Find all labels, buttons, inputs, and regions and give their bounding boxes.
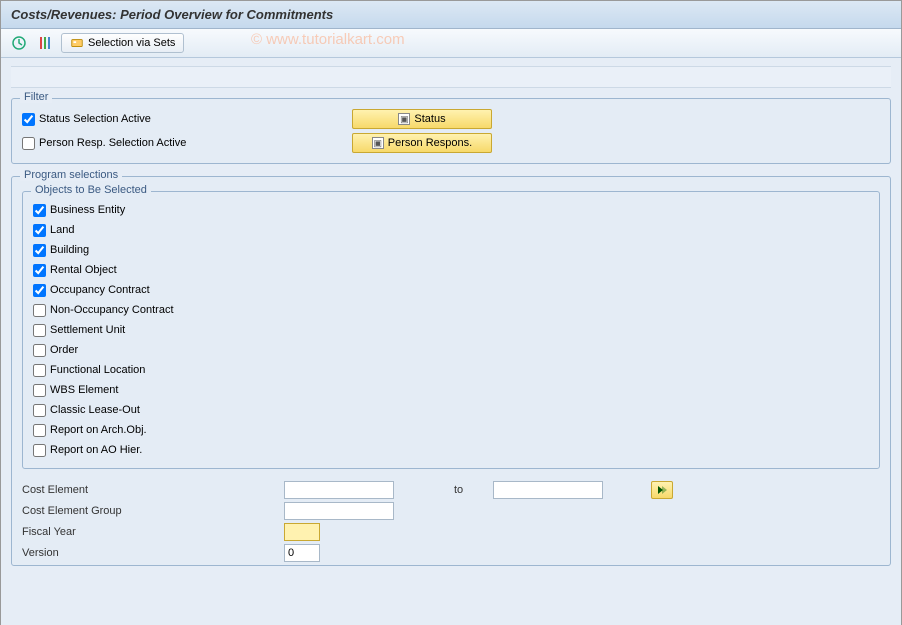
objects-to-be-selected-group: Objects to Be Selected Business EntityLa… bbox=[22, 191, 880, 469]
objects-list: Business Entity Land Building Rental Object… bbox=[33, 200, 869, 460]
program-group-label: Program selections bbox=[20, 169, 122, 181]
arrow-right-icon bbox=[657, 485, 667, 495]
watermark: © www.tutorialkart.com bbox=[251, 31, 405, 48]
toolbar: Selection via Sets © www.tutorialkart.co… bbox=[1, 29, 901, 58]
object-item[interactable]: Order bbox=[33, 340, 869, 360]
fiscal-year-row: Fiscal Year bbox=[22, 521, 880, 542]
object-item[interactable]: Functional Location bbox=[33, 360, 869, 380]
object-checkbox[interactable] bbox=[33, 444, 46, 457]
cost-element-group-label: Cost Element Group bbox=[22, 505, 284, 517]
fiscal-year-label: Fiscal Year bbox=[22, 526, 284, 538]
status-button[interactable]: ▣ Status bbox=[352, 109, 492, 129]
object-label: Report on AO Hier. bbox=[50, 444, 142, 456]
expand-icon: ▣ bbox=[372, 137, 384, 149]
cost-element-to-input[interactable] bbox=[493, 481, 603, 499]
person-selection-checkbox[interactable] bbox=[22, 137, 35, 150]
version-input[interactable] bbox=[284, 544, 320, 562]
object-checkbox[interactable] bbox=[33, 284, 46, 297]
object-label: WBS Element bbox=[50, 384, 118, 396]
cost-element-row: Cost Element to bbox=[22, 479, 880, 500]
status-button-label: Status bbox=[414, 113, 445, 125]
object-item[interactable]: Non-Occupancy Contract bbox=[33, 300, 869, 320]
object-item[interactable]: Report on AO Hier. bbox=[33, 440, 869, 460]
cost-element-group-input[interactable] bbox=[284, 502, 394, 520]
object-item[interactable]: Occupancy Contract bbox=[33, 280, 869, 300]
to-label: to bbox=[454, 484, 463, 496]
object-checkbox[interactable] bbox=[33, 204, 46, 217]
object-checkbox[interactable] bbox=[33, 264, 46, 277]
version-row: Version bbox=[22, 542, 880, 563]
object-checkbox[interactable] bbox=[33, 364, 46, 377]
object-label: Occupancy Contract bbox=[50, 284, 150, 296]
object-item[interactable]: Building bbox=[33, 240, 869, 260]
object-label: Classic Lease-Out bbox=[50, 404, 140, 416]
object-checkbox[interactable] bbox=[33, 324, 46, 337]
object-item[interactable]: Settlement Unit bbox=[33, 320, 869, 340]
page-title: Costs/Revenues: Period Overview for Comm… bbox=[1, 1, 901, 29]
status-selection-active[interactable]: Status Selection Active bbox=[22, 113, 262, 126]
object-label: Functional Location bbox=[50, 364, 145, 376]
sets-icon bbox=[70, 36, 84, 50]
object-item[interactable]: Business Entity bbox=[33, 200, 869, 220]
multiple-selection-button[interactable] bbox=[651, 481, 673, 499]
object-item[interactable]: Land bbox=[33, 220, 869, 240]
object-checkbox[interactable] bbox=[33, 304, 46, 317]
person-button[interactable]: ▣ Person Respons. bbox=[352, 133, 492, 153]
filter-row-person: Person Resp. Selection Active ▣ Person R… bbox=[22, 131, 880, 155]
person-selection-label: Person Resp. Selection Active bbox=[39, 137, 186, 149]
program-selections-group: Program selections Objects to Be Selecte… bbox=[11, 176, 891, 566]
object-label: Non-Occupancy Contract bbox=[50, 304, 174, 316]
execute-icon[interactable] bbox=[9, 33, 29, 53]
object-label: Settlement Unit bbox=[50, 324, 125, 336]
filter-group-label: Filter bbox=[20, 91, 52, 103]
object-label: Land bbox=[50, 224, 74, 236]
object-label: Rental Object bbox=[50, 264, 117, 276]
expand-icon: ▣ bbox=[398, 113, 410, 125]
person-button-label: Person Respons. bbox=[388, 137, 472, 149]
cost-element-from-input[interactable] bbox=[284, 481, 394, 499]
selection-via-sets-button[interactable]: Selection via Sets bbox=[61, 33, 184, 53]
object-item[interactable]: Classic Lease-Out bbox=[33, 400, 869, 420]
status-selection-checkbox[interactable] bbox=[22, 113, 35, 126]
object-checkbox[interactable] bbox=[33, 244, 46, 257]
version-label: Version bbox=[22, 547, 284, 559]
selection-via-sets-label: Selection via Sets bbox=[88, 37, 175, 49]
object-item[interactable]: Rental Object bbox=[33, 260, 869, 280]
collapsed-section bbox=[11, 66, 891, 88]
object-label: Building bbox=[50, 244, 89, 256]
cost-element-label: Cost Element bbox=[22, 484, 284, 496]
fiscal-year-input[interactable] bbox=[284, 523, 320, 541]
object-checkbox[interactable] bbox=[33, 344, 46, 357]
person-selection-active[interactable]: Person Resp. Selection Active bbox=[22, 137, 262, 150]
object-item[interactable]: Report on Arch.Obj. bbox=[33, 420, 869, 440]
objects-group-label: Objects to Be Selected bbox=[31, 184, 151, 196]
filter-group: Filter Status Selection Active ▣ Status … bbox=[11, 98, 891, 164]
status-selection-label: Status Selection Active bbox=[39, 113, 151, 125]
content-area: Filter Status Selection Active ▣ Status … bbox=[1, 58, 901, 625]
object-checkbox[interactable] bbox=[33, 404, 46, 417]
variants-icon[interactable] bbox=[35, 33, 55, 53]
cost-element-group-row: Cost Element Group bbox=[22, 500, 880, 521]
object-label: Report on Arch.Obj. bbox=[50, 424, 147, 436]
object-label: Order bbox=[50, 344, 78, 356]
object-checkbox[interactable] bbox=[33, 384, 46, 397]
object-item[interactable]: WBS Element bbox=[33, 380, 869, 400]
object-checkbox[interactable] bbox=[33, 224, 46, 237]
object-label: Business Entity bbox=[50, 204, 125, 216]
filter-row-status: Status Selection Active ▣ Status bbox=[22, 107, 880, 131]
object-checkbox[interactable] bbox=[33, 424, 46, 437]
